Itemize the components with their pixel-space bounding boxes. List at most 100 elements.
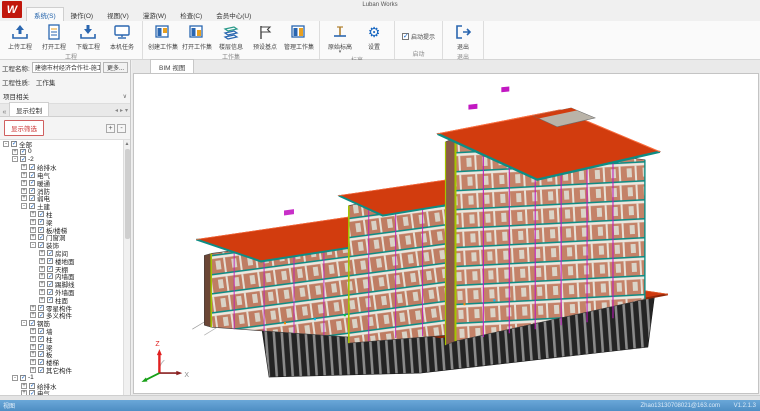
open-workset-button[interactable]: 打开工作集 [180,22,214,51]
expand-icon[interactable]: - [12,375,18,381]
checkbox-checked-icon[interactable] [47,266,53,272]
checkbox-checked-icon[interactable] [38,344,44,350]
expand-icon[interactable]: + [39,266,45,272]
checkbox-checked-icon[interactable] [29,172,35,178]
checkbox-checked-icon[interactable] [47,297,53,303]
expand-icon[interactable]: + [30,328,36,334]
expand-icon[interactable]: + [30,359,36,365]
checkbox-checked-icon[interactable] [20,156,26,162]
checkbox-checked-icon[interactable] [29,188,35,194]
tree-item[interactable]: + 消防 [0,187,123,195]
expand-icon[interactable]: - [30,242,36,248]
checkbox-checked-icon[interactable] [38,312,44,318]
expand-icon[interactable]: + [39,289,45,295]
checkbox-checked-icon[interactable] [29,320,35,326]
more-button[interactable]: 更多... [103,62,128,73]
tree-item[interactable]: + 弱电 [0,195,123,203]
tree-item[interactable]: + 墙 [0,327,123,335]
scroll-up-icon[interactable]: ▲ [124,140,130,148]
expand-icon[interactable]: + [30,344,36,350]
menu-check[interactable]: 检查(C) [173,8,209,21]
checkbox-checked-icon[interactable] [29,383,35,389]
checkbox-checked-icon[interactable] [11,141,17,147]
preset-basepoint-button[interactable]: 预设基点 [248,22,282,51]
checkbox-checked-icon[interactable] [29,180,35,186]
tab-next-icon[interactable]: ▸ [120,107,123,114]
tree-item[interactable]: + 0 [0,148,123,156]
expand-icon[interactable]: + [39,273,45,279]
expand-icon[interactable]: + [21,195,27,201]
open-project-button[interactable]: 打开工程 [37,22,71,51]
tree-item[interactable]: + 给排水 [0,163,123,171]
checkbox-checked-icon[interactable] [38,336,44,342]
expand-icon[interactable]: + [30,211,36,217]
tab-menu-icon[interactable]: ▾ [125,107,128,114]
tree-item[interactable]: - 土建 [0,202,123,210]
settings-button[interactable]: ⚙ 设置 [357,22,391,51]
download-project-button[interactable]: 下载工程 [71,22,105,51]
expand-icon[interactable]: + [21,180,27,186]
tree-item[interactable]: - -1 [0,374,123,382]
expand-icon[interactable]: + [30,227,36,233]
expand-icon[interactable]: + [39,258,45,264]
tree-item[interactable]: - -2 [0,156,123,164]
expand-icon[interactable]: + [30,305,36,311]
expand-icon[interactable]: + [30,367,36,373]
tree-item[interactable]: - 钢筋 [0,319,123,327]
startup-tip-checkbox[interactable] [402,33,409,40]
checkbox-checked-icon[interactable] [38,367,44,373]
collapse-panel-icon[interactable]: « [0,109,9,116]
collapse-all-button[interactable]: - [117,124,126,133]
checkbox-checked-icon[interactable] [20,375,26,381]
floor-info-button[interactable]: 楼层信息 [214,22,248,51]
tree-item[interactable]: + 柱 [0,210,123,218]
expand-icon[interactable]: + [39,250,45,256]
checkbox-checked-icon[interactable] [47,258,53,264]
expand-icon[interactable]: - [12,156,18,162]
tab-bim-view[interactable]: BIM 视图 [150,59,194,73]
checkbox-checked-icon[interactable] [29,203,35,209]
project-name-select[interactable]: 建德市村经济合作社-施工模型 ▾ [32,62,101,73]
expand-icon[interactable]: + [21,383,27,389]
tree-item[interactable]: + 多义构件 [0,312,123,320]
checkbox-checked-icon[interactable] [47,250,53,256]
expand-icon[interactable]: + [12,149,18,155]
checkbox-checked-icon[interactable] [38,234,44,240]
expand-all-button[interactable]: + [106,124,115,133]
checkbox-checked-icon[interactable] [38,305,44,311]
expand-icon[interactable]: + [21,172,27,178]
expand-icon[interactable]: - [3,141,9,147]
checkbox-checked-icon[interactable] [38,211,44,217]
expand-icon[interactable]: + [30,234,36,240]
tree-item[interactable]: + 门窗洞 [0,234,123,242]
tree-item[interactable]: + 电气 [0,171,123,179]
menu-system[interactable]: 系统(S) [26,7,64,21]
expand-icon[interactable]: + [30,219,36,225]
checkbox-checked-icon[interactable] [38,242,44,248]
upload-project-button[interactable]: 上传工程 [3,22,37,51]
checkbox-checked-icon[interactable] [38,328,44,334]
tree-item[interactable]: + 梁 [0,343,123,351]
expand-icon[interactable]: + [39,281,45,287]
create-workset-button[interactable]: 创建工作集 [146,22,180,51]
tree-item[interactable]: + 柱 [0,335,123,343]
checkbox-checked-icon[interactable] [47,281,53,287]
scrollbar-thumb[interactable] [125,149,130,239]
tree-item[interactable]: + 暖通 [0,179,123,187]
menu-member-center[interactable]: 会员中心(U) [209,8,258,21]
expand-icon[interactable]: + [30,336,36,342]
checkbox-checked-icon[interactable] [47,273,53,279]
expand-icon[interactable]: - [21,203,27,209]
checkbox-checked-icon[interactable] [38,227,44,233]
display-filter-button[interactable]: 显示筛选 [4,120,44,136]
tree-item[interactable]: + 其它构件 [0,366,123,374]
tree-scrollbar[interactable]: ▲ ▼ [123,140,130,404]
checkbox-checked-icon[interactable] [38,359,44,365]
menu-operate[interactable]: 操作(O) [64,8,100,21]
exit-button[interactable]: 退出 [446,22,480,51]
menu-view[interactable]: 视图(V) [100,8,136,21]
expand-icon[interactable]: + [21,188,27,194]
expand-icon[interactable]: + [30,312,36,318]
checkbox-checked-icon[interactable] [29,195,35,201]
tree-item[interactable]: + 给排水 [0,382,123,390]
